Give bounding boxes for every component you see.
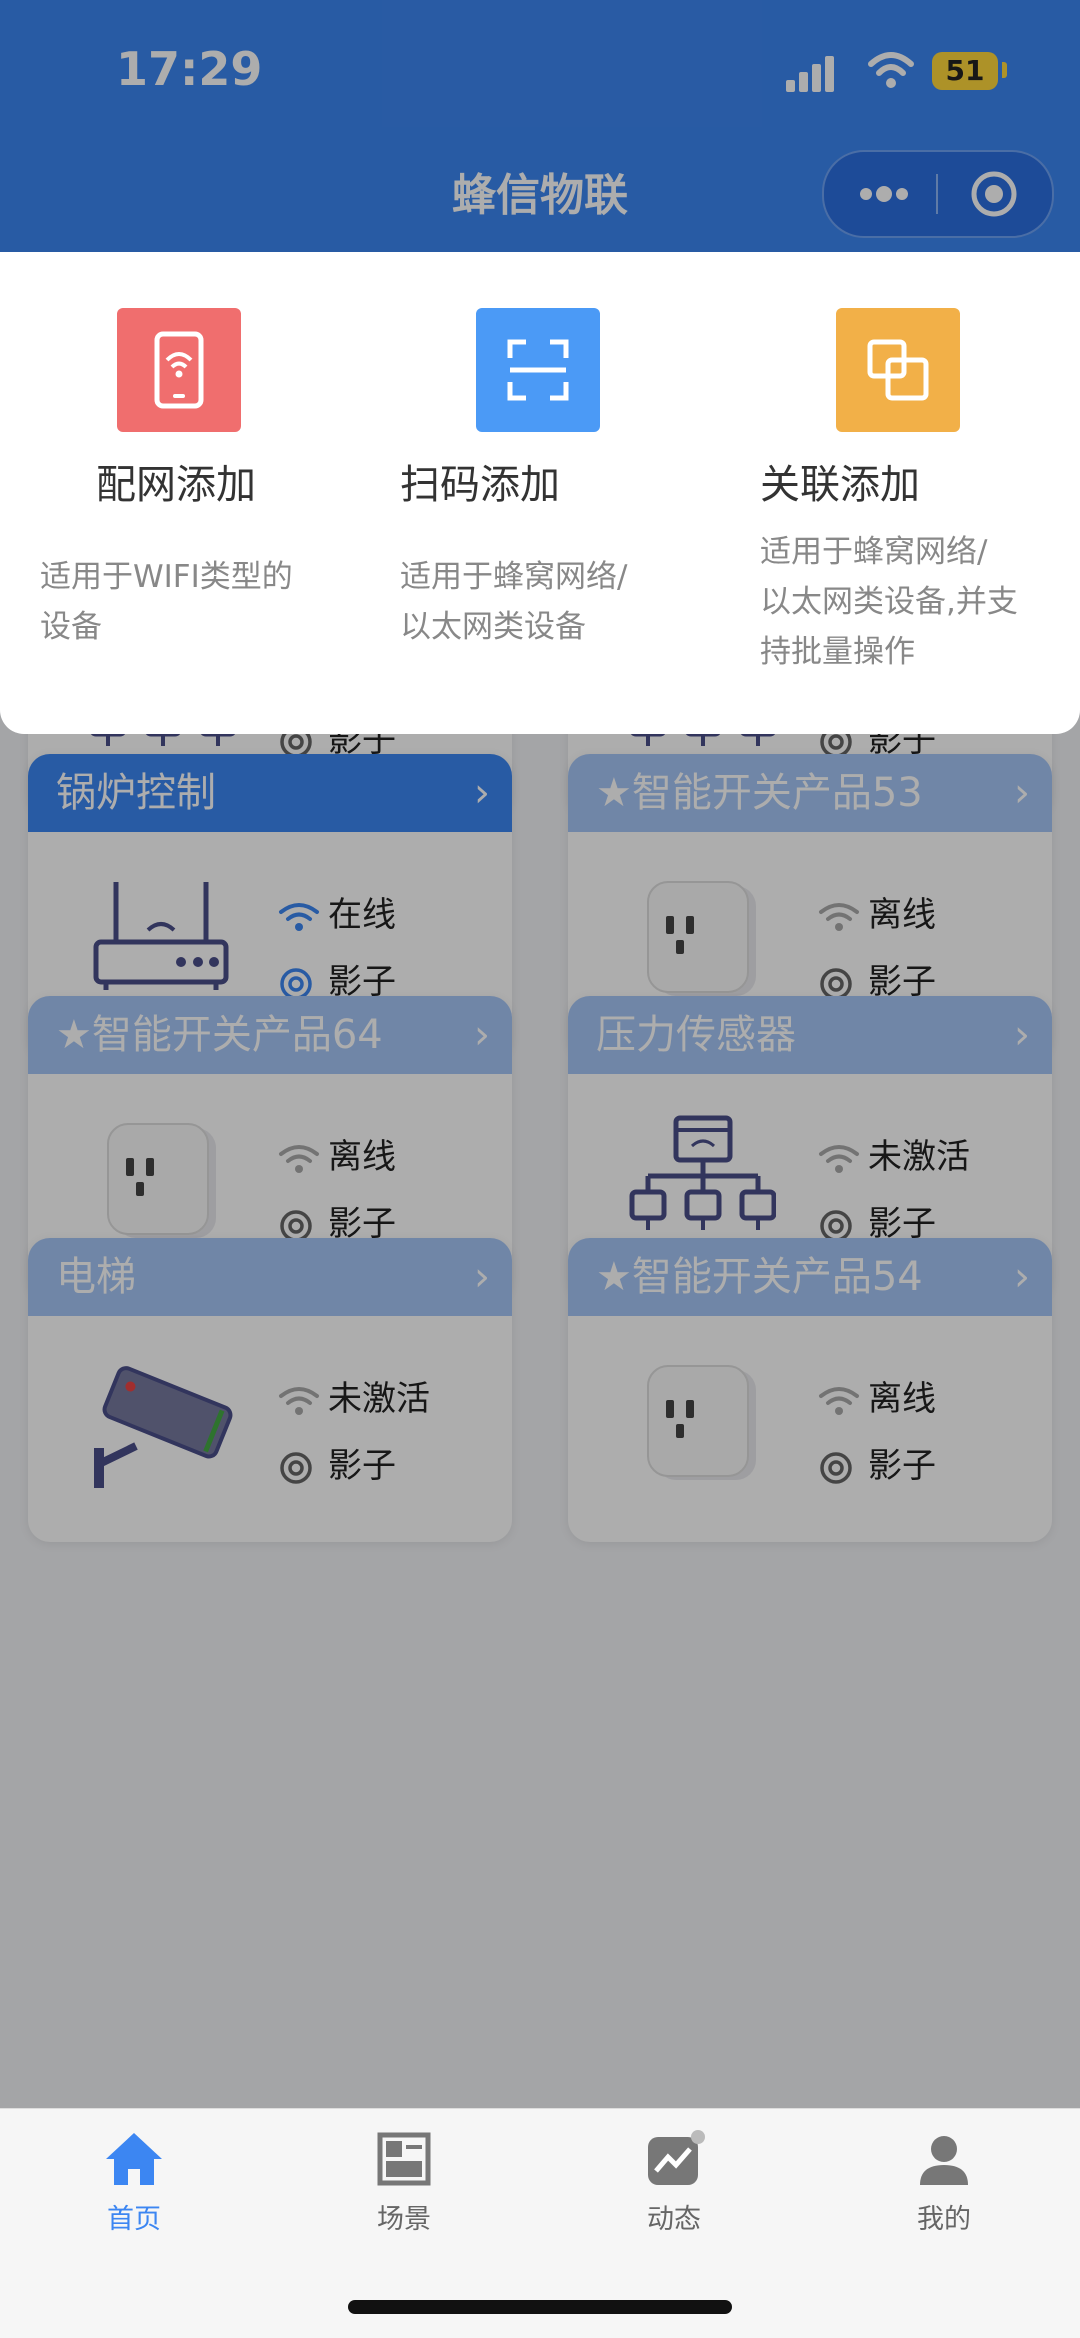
- option-description-line: 适用于蜂窝网络/: [400, 559, 628, 595]
- option-description: 适用于蜂窝网络/以太网类设备: [400, 552, 700, 652]
- home-indicator: [348, 2300, 732, 2314]
- home-icon: [106, 2133, 162, 2185]
- option-description-line: 以太网类设备,并支: [760, 584, 1018, 620]
- tab-label: 场景: [377, 2204, 431, 2235]
- option-scan-add[interactable]: [476, 308, 806, 432]
- option-description-line: 设备: [40, 609, 102, 645]
- option-title: 配网添加: [96, 462, 256, 508]
- tab-label: 首页: [107, 2204, 161, 2235]
- option-network-add[interactable]: [117, 308, 447, 432]
- tab-scene[interactable]: 场景: [304, 2129, 504, 2236]
- tab-label: 我的: [917, 2204, 971, 2235]
- option-title: 扫码添加: [400, 462, 560, 508]
- option-description-line: 持批量操作: [760, 634, 915, 670]
- tab-label: 动态: [647, 2204, 701, 2235]
- option-description: 适用于蜂窝网络/以太网类设备,并支 持批量操作: [760, 527, 1060, 677]
- option-link-add[interactable]: [836, 308, 1080, 432]
- phone-wifi-icon: [117, 308, 241, 432]
- option-title: 关联添加: [760, 462, 920, 508]
- option-description-line: 适用于蜂窝网络/: [760, 534, 988, 570]
- add-device-sheet: 配网添加适用于WIFI类型的 设备 扫码添加适用于蜂窝网络/以太网类设备 关联添加适用…: [0, 252, 1080, 734]
- option-description-line: 以太网类设备: [400, 609, 586, 645]
- user-icon: [920, 2136, 968, 2185]
- activity-chart-icon: [648, 2130, 705, 2185]
- scan-icon: [476, 308, 600, 432]
- tab-mine[interactable]: 我的: [844, 2129, 1044, 2236]
- link-devices-icon: [836, 308, 960, 432]
- option-description-line: 适用于WIFI类型的: [40, 559, 293, 595]
- tab-activity[interactable]: 动态: [574, 2129, 774, 2236]
- option-description: 适用于WIFI类型的 设备: [40, 552, 340, 652]
- tab-home[interactable]: 首页: [34, 2129, 234, 2236]
- scene-layout-icon: [377, 2132, 431, 2186]
